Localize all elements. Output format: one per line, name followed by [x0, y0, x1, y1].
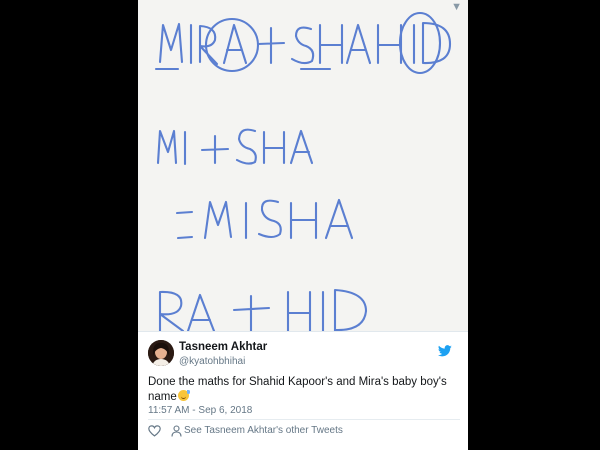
- tweet-image[interactable]: ▼: [138, 0, 468, 332]
- chevron-down-icon[interactable]: ▼: [451, 2, 462, 13]
- twitter-bird-icon[interactable]: [437, 344, 452, 362]
- tweet-timestamp[interactable]: 11:57 AM - Sep 6, 2018: [148, 405, 252, 416]
- other-tweets-link[interactable]: See Tasneem Akhtar's other Tweets: [184, 425, 343, 436]
- left-letterbox: [0, 0, 138, 450]
- grinning-sweat-emoji-icon: [177, 390, 190, 401]
- heart-icon[interactable]: [148, 424, 161, 442]
- divider: [148, 419, 460, 420]
- handwritten-note-image: [154, 11, 452, 331]
- tweet-card[interactable]: ▼ Tasneem Akhtar @kyatohbhihai Done the …: [138, 0, 468, 450]
- tweet-text-body: Done the maths for Shahid Kapoor's and M…: [148, 376, 447, 403]
- author-handle[interactable]: @kyatohbhihai: [179, 356, 245, 367]
- tweet-actions: See Tasneem Akhtar's other Tweets: [148, 424, 460, 440]
- profile-icon[interactable]: [171, 424, 182, 442]
- tweet-text: Done the maths for Shahid Kapoor's and M…: [148, 375, 460, 405]
- author-name[interactable]: Tasneem Akhtar: [179, 341, 267, 353]
- tweet-author: Tasneem Akhtar @kyatohbhihai: [148, 340, 460, 370]
- avatar-photo: [148, 340, 174, 366]
- avatar[interactable]: [148, 340, 174, 366]
- right-letterbox: [468, 0, 600, 450]
